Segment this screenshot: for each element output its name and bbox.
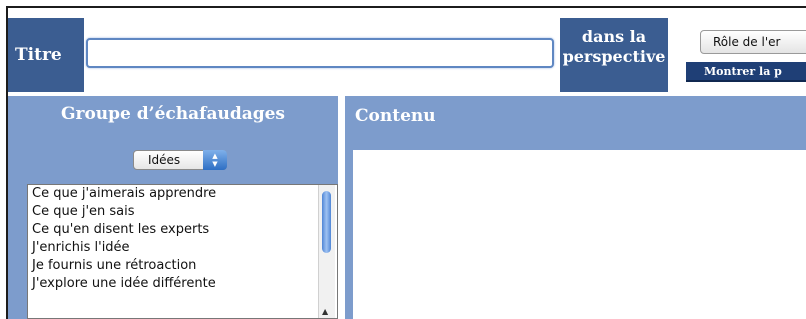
perspective-line-1: dans la <box>581 27 647 46</box>
perspective-line-2: perspective <box>562 47 666 66</box>
scaffold-panel: Groupe d’échafaudages Idées ▲ ▼ Ce que j'… <box>8 96 338 319</box>
role-button[interactable]: Rôle de l'er <box>700 30 806 54</box>
content-header: Contenu <box>345 96 806 136</box>
scaffold-group-title: Groupe d’échafaudages <box>60 104 285 124</box>
list-item[interactable]: J'explore une idée différente <box>28 275 337 293</box>
list-scrollbar[interactable]: ▲ <box>318 185 335 318</box>
list-item[interactable]: Je fournis une rétroaction <box>28 257 337 275</box>
list-item[interactable]: Ce qu'en disent les experts <box>28 221 337 239</box>
title-label: Titre <box>8 18 84 92</box>
scroll-up-arrow-icon[interactable]: ▲ <box>322 307 328 316</box>
select-arrows-icon: ▲ ▼ <box>203 150 227 170</box>
scaffold-list[interactable]: Ce que j'aimerais apprendre Ce que j'en … <box>27 184 338 319</box>
show-perspective-button[interactable]: Montrer la p <box>686 62 806 82</box>
scroll-thumb[interactable] <box>322 191 331 253</box>
title-label-text: Titre <box>15 45 62 65</box>
list-item[interactable]: J'enrichis l'idée <box>28 239 337 257</box>
title-input[interactable] <box>86 38 554 68</box>
scaffold-select-value: Idées <box>148 153 181 167</box>
list-item[interactable]: Ce que j'en sais <box>28 203 337 221</box>
content-editor[interactable] <box>353 150 806 319</box>
perspective-label: dans la perspective <box>560 18 668 92</box>
content-area <box>345 136 806 319</box>
scaffold-select[interactable]: Idées ▲ ▼ <box>133 150 227 170</box>
list-item[interactable]: Ce que j'aimerais apprendre <box>28 185 337 203</box>
